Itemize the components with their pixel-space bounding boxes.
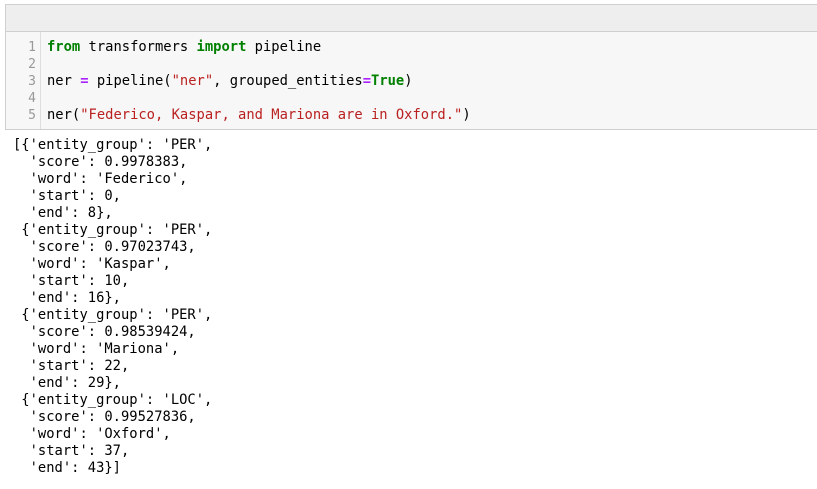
output-line: 'end': 8}, (13, 205, 113, 221)
output-line: 'word': 'Federico', (13, 171, 188, 187)
line-number-1: 1 (28, 40, 36, 55)
output-line: 'end': 16}, (13, 290, 121, 306)
kwarg-name: , grouped_entities (213, 73, 363, 89)
kwarg-operator: = (362, 73, 372, 89)
output-line: 'word': 'Oxford', (13, 426, 171, 442)
output-line: 'score': 0.99527836, (13, 409, 196, 425)
module-name: transformers (80, 39, 197, 55)
output-line: 'start': 37, (13, 443, 130, 459)
line-number-2: 2 (28, 57, 36, 72)
output-line: {'entity_group': 'PER', (13, 222, 213, 238)
code-line-5[interactable]: ner("Federico, Kaspar, and Mariona are i… (47, 107, 471, 124)
output-line: 'start': 10, (13, 273, 130, 289)
close-paren: ) (462, 107, 471, 123)
output-line: 'start': 22, (13, 358, 130, 374)
pipeline-call: pipeline( (88, 73, 172, 89)
line-number-3: 3 (28, 74, 36, 89)
keyword-import: import (196, 39, 247, 55)
ner-call: ner( (47, 107, 81, 123)
output-line: 'end': 43}] (13, 460, 121, 476)
close-paren: ) (404, 73, 413, 89)
line-number-gutter: 1 2 3 4 5 (6, 32, 41, 129)
line-number-5: 5 (28, 108, 36, 123)
output-line: 'start': 0, (13, 188, 121, 204)
output-line: 'score': 0.9978383, (13, 154, 188, 170)
cell-output: [{'entity_group': 'PER', 'score': 0.9978… (13, 137, 212, 477)
output-line: {'entity_group': 'LOC', (13, 392, 213, 408)
code-cell-input[interactable]: 1 2 3 4 5 from transformers import pipel… (5, 32, 817, 130)
cell-toolbar (5, 4, 817, 32)
output-line: 'score': 0.97023743, (13, 239, 196, 255)
assign-operator: = (80, 73, 89, 89)
output-line: [{'entity_group': 'PER', (13, 137, 213, 153)
output-line: 'word': 'Kaspar', (13, 256, 171, 272)
keyword-true: True (371, 73, 405, 89)
output-line: 'score': 0.98539424, (13, 324, 196, 340)
line-number-4: 4 (28, 91, 36, 106)
task-string: "ner" (171, 73, 214, 89)
import-name: pipeline (246, 39, 322, 55)
keyword-from: from (47, 39, 81, 55)
output-line: 'word': 'Mariona', (13, 341, 180, 357)
output-line: {'entity_group': 'PER', (13, 307, 213, 323)
output-line: 'end': 29}, (13, 375, 121, 391)
variable-ner: ner (47, 73, 81, 89)
input-sentence-string: "Federico, Kaspar, and Mariona are in Ox… (80, 107, 463, 123)
code-line-1[interactable]: from transformers import pipeline (47, 39, 321, 56)
code-line-3[interactable]: ner = pipeline("ner", grouped_entities=T… (47, 73, 413, 90)
